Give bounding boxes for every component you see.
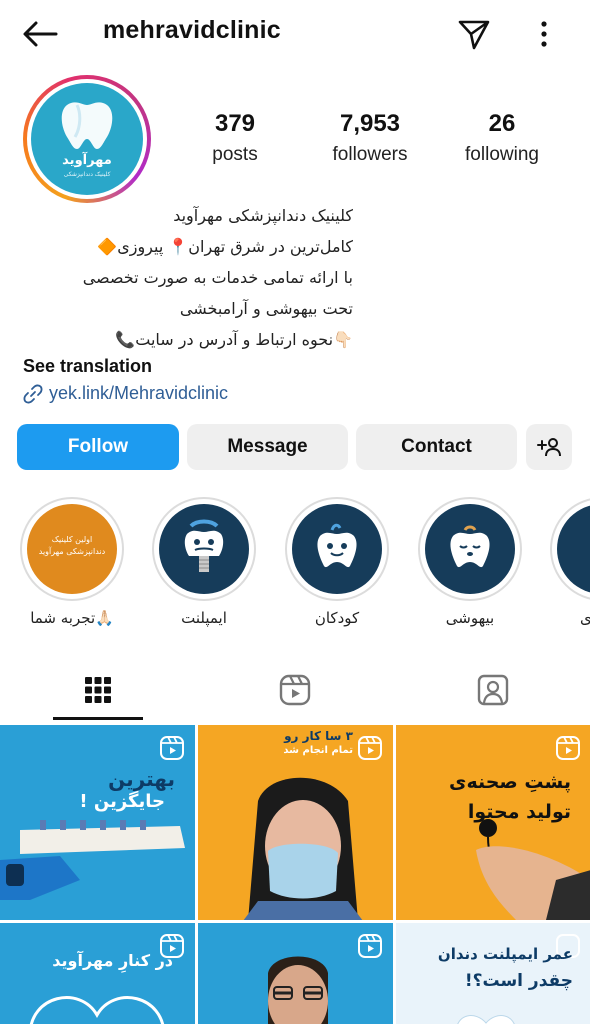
stat-posts[interactable]: 379 posts <box>195 110 275 166</box>
following-label: following <box>465 144 539 165</box>
chess-board-image <box>0 820 185 900</box>
post-title: در کنارِ مهرآوید <box>52 951 173 970</box>
highlight-implant[interactable]: ایمپلنت <box>152 497 256 627</box>
profile-link-text: yek.link/Mehravidclinic <box>49 383 229 403</box>
reel-badge-icon <box>358 736 382 760</box>
reel-badge-icon <box>556 736 580 760</box>
send-icon[interactable] <box>456 16 492 52</box>
highlight-label: ی <box>580 609 590 627</box>
top-bar: mehravidclinic <box>0 0 590 68</box>
profile-tabs <box>0 658 590 722</box>
active-tab-indicator <box>53 717 143 720</box>
post-thumbnail[interactable]: ۳ سا کار رو تمام انجام شد <box>198 725 393 920</box>
post-title: بهترین <box>108 767 175 791</box>
post-thumbnail[interactable] <box>198 923 393 1024</box>
profile-username: mehravidclinic <box>103 16 281 44</box>
bio-line: با ارائه تمامی خدمات به صورت تخصصی <box>82 268 353 287</box>
heart-outline-image <box>29 996 165 1024</box>
arrow-left-icon[interactable] <box>20 18 60 50</box>
kid-tooth-icon <box>317 523 357 568</box>
post-subtitle: تمام انجام شد <box>283 745 353 756</box>
post-thumbnail[interactable]: بهترین جایگزین ! <box>0 725 195 920</box>
contact-button[interactable]: Contact <box>356 424 517 470</box>
post-title: ۳ سا کار رو <box>284 729 353 743</box>
profile-avatar[interactable]: مهرآوید کلینیک دندانپزشکی <box>23 75 151 203</box>
bio-line: کامل‌ترین در شرق تهران📍 پیروزی🔶 <box>97 237 353 256</box>
post-thumbnail[interactable]: عمر ایمپلنت دندان چقدر است؟! <box>396 923 590 1024</box>
dentist-photo <box>243 777 363 920</box>
message-button[interactable]: Message <box>187 424 348 470</box>
add-user-icon <box>537 438 561 457</box>
bio-line: 👇🏻نحوه ارتباط و آدرس در سایت📞 <box>115 330 353 349</box>
see-translation-link[interactable]: See translation <box>23 356 152 377</box>
link-icon <box>23 384 43 403</box>
profile-bio: کلینیک دندانپزشکی مهرآوید کامل‌ترین در ش… <box>23 200 353 355</box>
highlight-label: ایمپلنت <box>181 609 227 627</box>
add-user-button[interactable] <box>526 424 572 470</box>
stat-following[interactable]: 26 following <box>452 110 552 166</box>
implant-tooth-icon <box>184 519 224 572</box>
doctor-photo <box>268 956 328 1024</box>
reel-badge-icon <box>160 736 184 760</box>
sleeping-tooth-icon <box>450 525 490 568</box>
highlight-kids[interactable]: کودکان <box>285 497 389 627</box>
tooth-logo-icon <box>61 102 113 149</box>
teeth-illustration <box>457 1015 515 1024</box>
posts-label: posts <box>212 144 258 165</box>
stat-followers[interactable]: 7,953 followers <box>318 110 422 166</box>
post-subtitle: چقدر است؟! <box>464 971 573 991</box>
avatar-brand-text: مهرآوید <box>62 153 112 168</box>
bio-line: کلینیک دندانپزشکی مهرآوید <box>173 206 353 225</box>
reels-icon <box>279 674 311 706</box>
post-subtitle: جایگزین ! <box>79 791 165 812</box>
post-thumbnail[interactable]: پشتِ صحنه‌ی تولید محتوا <box>396 725 590 920</box>
highlight-experience[interactable]: اولین کلینیک دندانپزشکی مهرآوید تجربه شم… <box>20 497 124 627</box>
highlight-partial[interactable]: ی <box>550 497 590 627</box>
followers-count: 7,953 <box>339 110 401 137</box>
highlight-label: تجربه شما🙏🏻 <box>30 609 114 627</box>
bio-line: تحت بیهوشی و آرامبخشی <box>179 299 353 318</box>
post-thumbnail[interactable]: در کنارِ مهرآوید <box>0 923 195 1024</box>
highlight-anesthesia[interactable]: بیهوشی <box>418 497 522 627</box>
tagged-icon <box>477 674 509 706</box>
post-title: پشتِ صحنه‌ی <box>449 771 571 793</box>
avatar-sub-text: کلینیک دندانپزشکی <box>63 171 111 178</box>
highlight-label: کودکان <box>314 609 360 627</box>
post-title: عمر ایمپلنت دندان <box>437 945 573 963</box>
microphone-hand-image <box>476 819 590 920</box>
grid-icon <box>85 677 111 703</box>
tab-reels[interactable] <box>250 658 340 722</box>
posts-count: 379 <box>214 110 256 137</box>
followers-label: followers <box>332 144 408 165</box>
tab-grid[interactable] <box>53 658 143 722</box>
highlight-label: بیهوشی <box>445 609 495 627</box>
follow-button[interactable]: Follow <box>17 424 179 470</box>
more-vertical-icon[interactable] <box>532 18 556 50</box>
tab-tagged[interactable] <box>448 658 538 722</box>
following-count: 26 <box>488 110 516 137</box>
highlight-cover-text: اولین کلینیک دندانپزشکی مهرآوید <box>38 535 106 556</box>
profile-link[interactable]: yek.link/Mehravidclinic <box>23 383 228 404</box>
